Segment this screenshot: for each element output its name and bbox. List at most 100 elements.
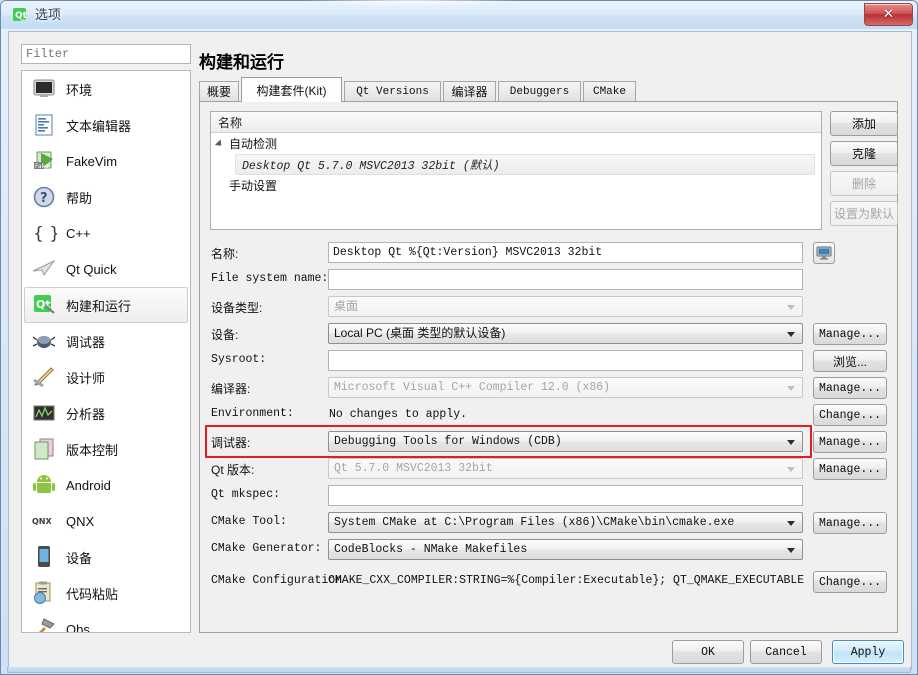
close-button[interactable]: ✕ [864,3,913,26]
form-row-kit-name: 名称: Desktop Qt %{Qt:Version} MSVC2013 32b… [200,242,899,264]
sidebar-item-label: 构建和运行 [66,298,132,314]
value-text: Desktop Qt %{Qt:Version} MSVC2013 32bit [333,246,603,259]
value-text: System CMake at C:\Program Files (x86)\C… [334,516,735,529]
sidebar-item-[interactable]: 分析器 [24,395,188,431]
sidebar-item-qnx[interactable]: QNX QNX [24,503,188,539]
sidebar-item-c[interactable]: { } C++ [24,215,188,251]
sidebar-item-label: 帮助 [66,190,93,206]
braces-icon: { } [31,220,60,246]
kit-add-button[interactable]: 添加 [830,111,898,136]
debugger-manage-button[interactable]: Manage... [813,431,887,453]
help-question-icon: ? [31,184,57,210]
value-text: 桌面 [334,299,359,313]
debugger-combo[interactable]: Debugging Tools for Windows (CDB) [328,431,803,452]
title-bar: Qt 选项 ✕ [1,0,917,29]
window-title: 选项 [35,7,62,22]
file-system-name-input[interactable] [328,269,803,290]
svg-text:Fake: Fake [35,163,49,170]
sidebar-item-label: QNX [66,513,95,529]
qt-mkspec-input[interactable] [328,485,803,506]
form-row-qt-mkspec: Qt mkspec: [200,485,899,507]
kit-icon-button[interactable] [813,242,835,264]
kit-tree[interactable]: 名称 自动检测 Desktop Qt 5.7.0 MSVC2013 32bit … [210,111,822,230]
sidebar-item-[interactable]: 调试器 [24,323,188,359]
chevron-down-icon [787,305,795,310]
title-bar-shine [301,0,521,7]
sidebar-item-[interactable]: ? 帮助 [24,179,188,215]
qt-version-manage-button[interactable]: Manage... [813,458,887,480]
device-manage-button[interactable]: Manage... [813,323,887,345]
device-type-combo: 桌面 [328,296,803,317]
window-bottom-strip [7,667,911,673]
button-label: OK [701,645,715,659]
button-label: Change... [818,575,882,589]
tab-2[interactable]: Qt Versions [344,81,441,101]
settings-category-list[interactable]: 环境文本编辑器 Fake FakeVim? 帮助 { } C++ Qt Quick Qt 构建和… [21,70,191,633]
tab-0[interactable]: 概要 [199,81,239,101]
debugger-label: 调试器: [211,436,251,450]
environment-label: Environment: [211,407,294,420]
sysroot-browse-button[interactable]: 浏览... [813,350,887,372]
analyzer-icon [31,400,57,426]
kit-group-autodetected[interactable]: 自动检测 [211,133,821,154]
form-row-sysroot: Sysroot: 浏览... [200,350,899,372]
kits-tab-page: 名称 自动检测 Desktop Qt 5.7.0 MSVC2013 32bit … [199,101,898,633]
sidebar-item-[interactable]: 版本控制 [24,431,188,467]
cmake-tool-combo[interactable]: System CMake at C:\Program Files (x86)\C… [328,512,803,533]
svg-text:Qt: Qt [15,11,28,21]
kit-make-default-button: 设置为默认 [830,201,898,226]
sidebar-item-[interactable]: Qt 构建和运行 [24,287,188,323]
sidebar-item-label: 版本控制 [66,442,119,458]
paper-plane-icon [31,256,57,282]
button-label: Manage... [818,435,882,449]
sidebar-item-[interactable]: 设备 [24,539,188,575]
filter-input[interactable] [21,44,191,64]
sidebar-item-label: 设备 [66,550,93,566]
sidebar-item-[interactable]: 文本编辑器 [24,107,188,143]
tab-1[interactable]: 构建套件(Kit) [241,77,342,102]
cmake-configuration-label: CMake Configuration [211,574,343,587]
chevron-down-icon [787,386,795,391]
cancel-button[interactable]: Cancel [750,640,822,664]
compiler-label: 编译器: [211,382,251,396]
tab-5[interactable]: CMake [583,81,636,101]
ok-button[interactable]: OK [672,640,744,664]
button-label: 浏览... [832,354,867,369]
sidebar-item-qt-quick[interactable]: Qt Quick [24,251,188,287]
sidebar-item-[interactable]: 环境 [24,71,188,107]
settings-pane: 构建和运行 概要 构建套件(Kit) Qt Versions 编译器 Debuggers… [197,44,900,633]
tab-4[interactable]: Debuggers [498,81,581,101]
sidebar-item-qbs[interactable]: Qbs [24,611,188,632]
qt-mkspec-label: Qt mkspec: [211,488,281,501]
value-text: No changes to apply. [329,408,468,421]
kit-name-label: 名称: [211,247,239,261]
tab-3[interactable]: 编译器 [443,81,496,101]
button-label: 删除 [851,177,876,191]
tab-label: 编译器 [451,85,488,99]
form-row-environment: Environment: No changes to apply. Change..… [200,404,899,426]
cmake-configuration-change-button[interactable]: Change... [813,571,887,593]
svg-text:QNX: QNX [32,517,52,526]
sidebar-item-[interactable]: 设计师 [24,359,188,395]
apply-button[interactable]: Apply [832,640,904,664]
sidebar-item-fakevim[interactable]: Fake FakeVim [24,143,188,179]
kit-name-input[interactable]: Desktop Qt %{Qt:Version} MSVC2013 32bit [328,242,803,263]
sidebar-item-android[interactable]: Android [24,467,188,503]
sidebar-item-[interactable]: 代码粘贴 [24,575,188,611]
kit-item-desktop[interactable]: Desktop Qt 5.7.0 MSVC2013 32bit (默认) [235,154,815,175]
monitor-icon [31,76,57,102]
kit-group-manual[interactable]: 手动设置 [211,175,821,196]
code-paste-icon [31,580,57,606]
version-control-icon [31,436,57,462]
cmake-tool-manage-button[interactable]: Manage... [813,512,887,534]
form-row-compiler: 编译器: Microsoft Visual C++ Compiler 12.0 (… [200,377,899,399]
cmake-generator-combo[interactable]: CodeBlocks - NMake Makefiles [328,539,803,560]
compiler-manage-button[interactable]: Manage... [813,377,887,399]
device-combo[interactable]: Local PC (桌面 类型的默认设备) [328,323,803,344]
form-row-cmake-tool: CMake Tool: System CMake at C:\Program Fi… [200,512,899,534]
qt-version-combo: Qt 5.7.0 MSVC2013 32bit [328,458,803,479]
button-label: Change... [818,408,882,422]
environment-change-button[interactable]: Change... [813,404,887,426]
sysroot-input[interactable] [328,350,803,371]
kit-clone-button[interactable]: 克隆 [830,141,898,166]
